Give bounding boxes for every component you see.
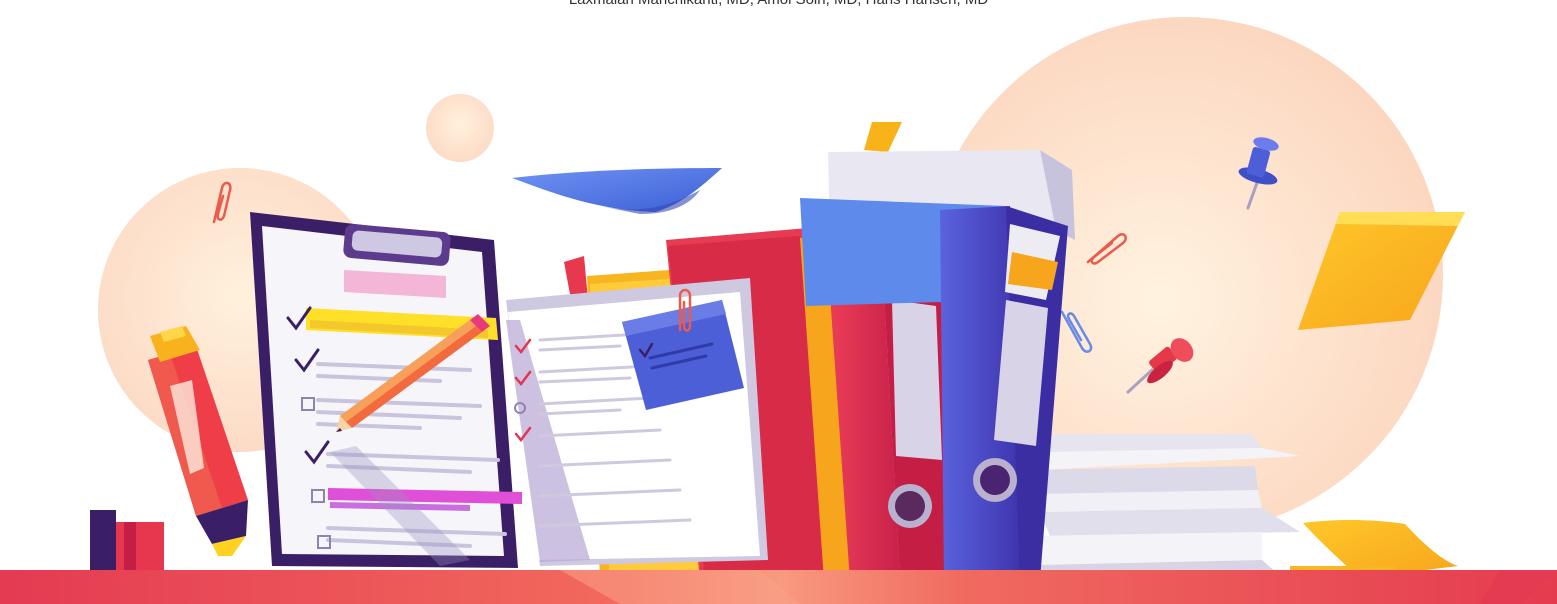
- clipboard: [250, 212, 522, 568]
- paper-pile-right: [1030, 434, 1300, 582]
- desk: [0, 570, 1557, 604]
- yellow-note-top: [864, 122, 902, 152]
- small-sun-circle: [426, 94, 494, 162]
- flying-blue-sheet: [512, 168, 722, 214]
- office-documents-illustration: [0, 17, 1557, 604]
- small-books: [90, 510, 164, 570]
